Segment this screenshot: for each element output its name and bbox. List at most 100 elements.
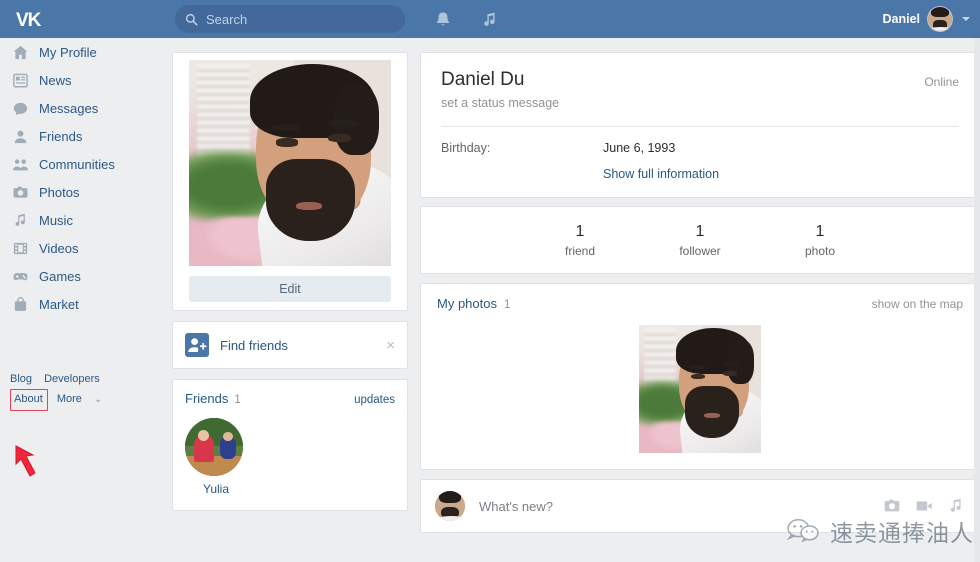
stat-number: 1 [695, 222, 705, 240]
post-action-icons [883, 497, 965, 515]
friend-avatar-artwork [185, 418, 243, 476]
friend-list-item[interactable]: Yulia [185, 418, 247, 496]
sidebar-label: Messages [39, 100, 99, 116]
profile-photo[interactable] [189, 60, 391, 266]
bell-icon[interactable] [433, 10, 453, 30]
sidebar-label: Photos [39, 184, 80, 200]
status-message-link[interactable]: set a status message [441, 96, 959, 110]
header-user-menu[interactable]: Daniel [882, 0, 970, 38]
friend-name[interactable]: Yulia [185, 482, 247, 496]
sidebar-label: Communities [39, 156, 115, 172]
sidebar-label: Friends [39, 128, 83, 144]
sidebar-item-games[interactable]: Games [0, 262, 160, 290]
sidebar-item-music[interactable]: Music [0, 206, 160, 234]
sidebar-label: Music [39, 212, 73, 228]
sidebar-item-market[interactable]: Market [0, 290, 160, 318]
stat-number: 1 [575, 222, 585, 240]
music-attach-icon[interactable] [947, 497, 965, 515]
post-input[interactable]: What's new? [479, 499, 553, 514]
my-photos-count: 1 [503, 299, 511, 311]
sidebar-item-photos[interactable]: Photos [0, 178, 160, 206]
sidebar-item-videos[interactable]: Videos [0, 234, 160, 262]
friends-updates-link[interactable]: updates [354, 394, 395, 406]
svg-text:VK: VK [16, 10, 42, 30]
add-friend-icon [185, 333, 209, 357]
photo-thumbnail[interactable] [639, 325, 761, 453]
sidebar-item-news[interactable]: News [0, 66, 160, 94]
header-user-name: Daniel [882, 12, 920, 26]
left-sidebar: My Profile News Messages Friends Communi… [0, 38, 160, 562]
camera-icon [13, 186, 28, 198]
search-placeholder: Search [206, 11, 248, 27]
show-on-map-link[interactable]: show on the map [872, 297, 963, 311]
profile-photo-artwork [189, 60, 391, 266]
footer-link-developers[interactable]: Developers [44, 373, 100, 385]
music-icon[interactable] [480, 10, 500, 30]
stat-friends[interactable]: 1 friend [544, 223, 616, 258]
right-content-column: Daniel Du Online set a status message Bi… [420, 52, 980, 533]
left-content-column: Edit Find friends × Friends 1 updates Yu… [172, 52, 408, 511]
find-friends-label: Find friends [220, 337, 288, 353]
note-icon [15, 213, 25, 226]
edit-button[interactable]: Edit [189, 276, 391, 302]
video-attach-icon[interactable] [915, 497, 933, 515]
sidebar-label: Games [39, 268, 81, 284]
friends-title[interactable]: Friends [185, 391, 228, 406]
stat-photos[interactable]: 1 photo [784, 223, 856, 258]
sidebar-item-communities[interactable]: Communities [0, 150, 160, 178]
footer-link-more[interactable]: More [57, 393, 82, 405]
vk-logo-icon: VK [16, 10, 43, 30]
page-title: Daniel Du [441, 69, 525, 90]
news-icon [13, 73, 28, 87]
more-caret-icon: ⌄ [93, 394, 103, 405]
stat-number: 1 [815, 222, 825, 240]
people-icon [12, 158, 29, 170]
photo-attach-icon[interactable] [883, 497, 901, 515]
avatar-artwork [928, 7, 952, 31]
footer-link-about[interactable]: About [14, 393, 43, 405]
vk-profile-page: VK Search Daniel My Profile News Message… [0, 0, 980, 562]
sidebar-label: News [39, 72, 72, 88]
friend-avatar[interactable] [185, 418, 243, 476]
footer-link-blog[interactable]: Blog [10, 373, 32, 385]
stat-label: photo [804, 243, 836, 258]
gamepad-icon [13, 272, 28, 280]
profile-info-card: Daniel Du Online set a status message Bi… [420, 52, 980, 198]
birthday-label: Birthday: [441, 141, 491, 155]
friends-count: 1 [234, 394, 241, 406]
search-icon [185, 13, 198, 25]
sidebar-footer-links: Blog Developers About More ⌄ [10, 370, 109, 411]
profile-photo-card: Edit [172, 52, 408, 311]
person-icon [14, 130, 27, 143]
message-icon [13, 102, 28, 115]
stat-label: follower [679, 243, 721, 258]
post-avatar-artwork [435, 491, 465, 521]
show-full-information-link[interactable]: Show full information [441, 155, 959, 197]
search-input[interactable]: Search [175, 5, 405, 33]
profile-name-row: Daniel Du Online [441, 69, 959, 91]
birthday-row: Birthday: June 6, 1993 [441, 127, 959, 155]
vk-logo[interactable]: VK [12, 7, 56, 31]
friends-card: Friends 1 updates Yulia [172, 379, 408, 511]
close-icon[interactable]: × [386, 338, 395, 353]
stat-followers[interactable]: 1 follower [664, 223, 736, 258]
birthday-value: June 6, 1993 [603, 141, 676, 155]
red-arrow-annotation-icon [15, 445, 36, 477]
my-photos-title[interactable]: My photos [437, 296, 497, 311]
new-post-card: What's new? [420, 479, 980, 533]
profile-stats-card: 1 friend 1 follower 1 photo [420, 206, 980, 274]
sidebar-item-messages[interactable]: Messages [0, 94, 160, 122]
find-friends-card[interactable]: Find friends × [172, 321, 408, 369]
about-highlight-box: About [10, 389, 48, 411]
sidebar-item-my-profile[interactable]: My Profile [0, 38, 160, 66]
header-avatar[interactable] [927, 6, 953, 32]
sidebar-item-friends[interactable]: Friends [0, 122, 160, 150]
stat-label: friend [564, 243, 596, 258]
friends-card-header: Friends 1 updates [185, 391, 395, 406]
chevron-down-icon[interactable] [962, 17, 970, 21]
page-right-edge [974, 0, 980, 562]
status-badge: Online [924, 75, 959, 89]
my-photos-card: My photos 1 show on the map [420, 283, 980, 470]
top-header-bar: VK Search Daniel [0, 0, 980, 38]
home-icon [13, 45, 28, 59]
